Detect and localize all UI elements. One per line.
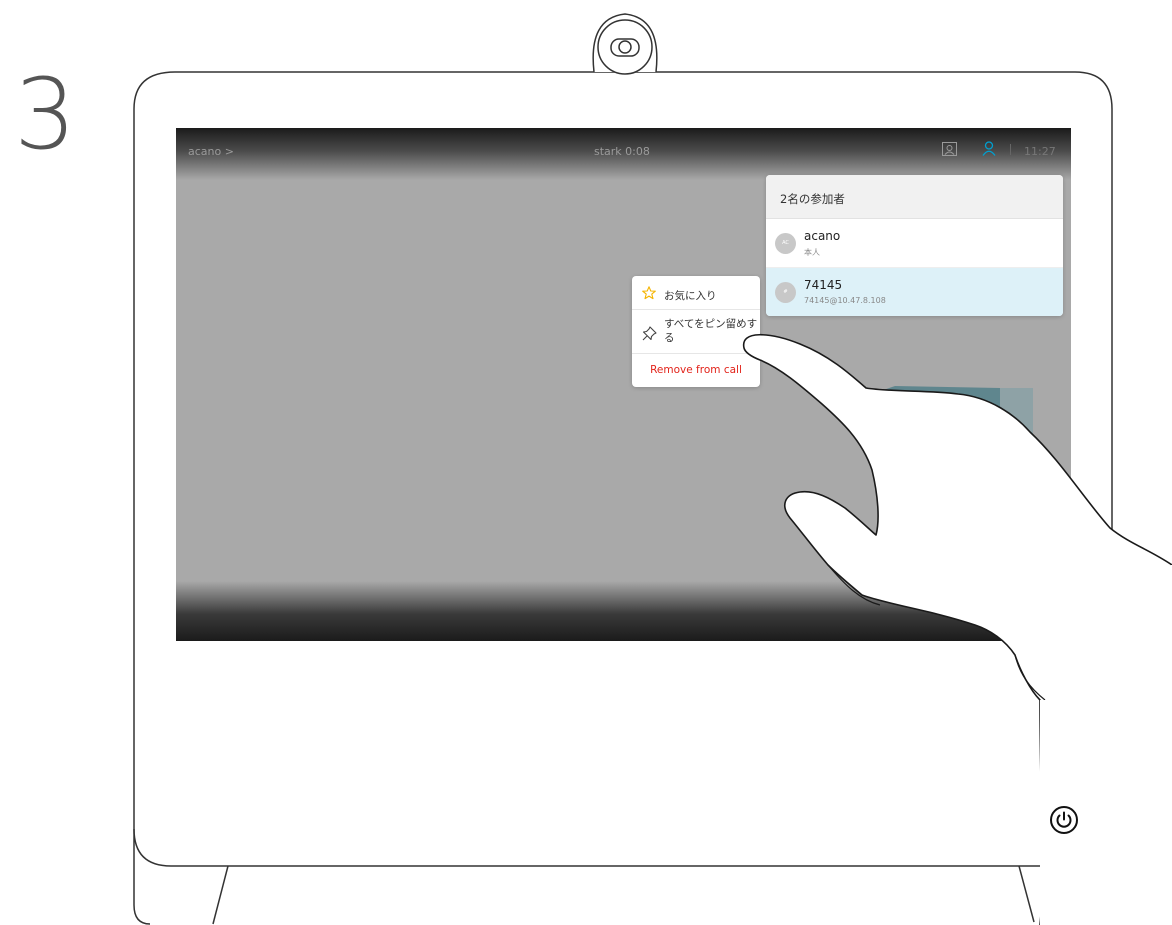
participants-panel: 2名の参加者 AC acano 本人 # 74145 74145@10.47.8… xyxy=(766,175,1063,316)
menu-item-favorite[interactable]: お気に入り xyxy=(632,276,760,310)
avatar: AC xyxy=(775,233,796,254)
breadcrumb[interactable]: acano > xyxy=(188,145,234,158)
pin-icon xyxy=(642,326,657,341)
menu-item-pin-all-label: すべてをピン留めする xyxy=(664,318,758,344)
call-title: stark 0:08 xyxy=(594,145,650,158)
bottom-bar xyxy=(176,581,1071,641)
clock: 11:27 xyxy=(1024,145,1056,158)
participant-row[interactable]: AC acano 本人 xyxy=(766,219,1063,268)
power-icon[interactable] xyxy=(1049,805,1079,835)
star-icon xyxy=(642,286,656,300)
participants-panel-header: 2名の参加者 xyxy=(766,175,1063,219)
participant-row-selected[interactable]: # 74145 74145@10.47.8.108 xyxy=(766,268,1063,316)
menu-item-pin-all[interactable]: すべてをピン留めする xyxy=(632,310,760,354)
participants-panel-title: 2名の参加者 xyxy=(780,192,845,206)
participant-subtitle: 74145@10.47.8.108 xyxy=(804,296,886,305)
self-view-icon[interactable] xyxy=(942,142,957,156)
participants-icon[interactable] xyxy=(982,141,996,156)
call-screen: acano > stark 0:08 11:27 2名の参加者 AC acano… xyxy=(176,128,1071,641)
participant-context-menu: お気に入り すべてをピン留めする Remove from call xyxy=(632,276,760,387)
participant-name: acano xyxy=(804,229,841,243)
participant-name: 74145 xyxy=(804,278,843,292)
menu-item-favorite-label: お気に入り xyxy=(664,290,717,302)
avatar: # xyxy=(775,282,796,303)
menu-item-remove-label: Remove from call xyxy=(650,364,742,376)
participant-subtitle: 本人 xyxy=(804,248,820,257)
menu-item-remove-from-call[interactable]: Remove from call xyxy=(632,354,760,387)
top-bar-divider xyxy=(1010,144,1011,155)
